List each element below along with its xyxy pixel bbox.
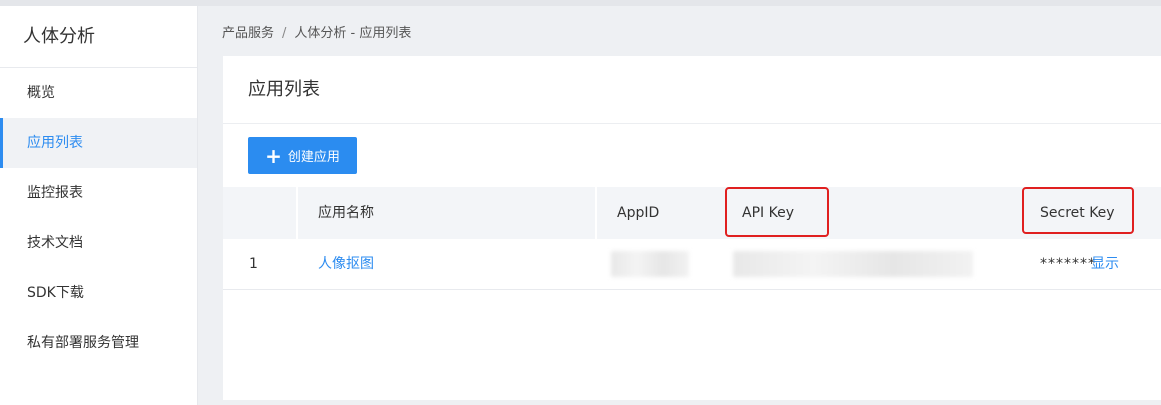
sidebar-item-private-deploy[interactable]: 私有部署服务管理 bbox=[0, 318, 197, 368]
secret-key-masked: ******* bbox=[1040, 256, 1096, 272]
breadcrumb-separator: / bbox=[282, 26, 287, 41]
breadcrumb: 产品服务 / 人体分析 - 应用列表 bbox=[222, 22, 411, 41]
app-list-panel: 应用列表 + 创建应用 应用名称 AppID API Key Secret Ke… bbox=[223, 56, 1161, 400]
secret-key-highlight-box bbox=[1022, 187, 1134, 234]
column-header-appid: AppID bbox=[617, 205, 660, 221]
page-title: 应用列表 bbox=[223, 56, 1161, 124]
sidebar-item-overview[interactable]: 概览 bbox=[0, 68, 197, 118]
create-app-button[interactable]: + 创建应用 bbox=[248, 137, 357, 174]
column-divider bbox=[595, 187, 597, 239]
row-index: 1 bbox=[249, 256, 258, 272]
api-key-redacted bbox=[733, 251, 973, 277]
breadcrumb-root[interactable]: 产品服务 bbox=[222, 26, 274, 41]
api-key-highlight-box bbox=[725, 187, 829, 237]
sidebar-item-docs[interactable]: 技术文档 bbox=[0, 218, 197, 268]
sidebar-item-app-list[interactable]: 应用列表 bbox=[0, 118, 197, 168]
table-header: 应用名称 AppID API Key Secret Key bbox=[223, 187, 1161, 239]
plus-icon: + bbox=[265, 143, 282, 168]
sidebar-title: 人体分析 bbox=[0, 6, 197, 68]
table-row: 1 人像抠图 ******* 显示 bbox=[223, 239, 1161, 290]
sidebar-item-monitoring[interactable]: 监控报表 bbox=[0, 168, 197, 218]
app-name-link[interactable]: 人像抠图 bbox=[318, 239, 374, 290]
sidebar-item-sdk-download[interactable]: SDK下载 bbox=[0, 268, 197, 318]
column-header-app-name: 应用名称 bbox=[318, 205, 374, 221]
create-app-label: 创建应用 bbox=[287, 150, 340, 165]
appid-redacted bbox=[611, 251, 689, 277]
show-secret-link[interactable]: 显示 bbox=[1091, 239, 1119, 290]
breadcrumb-current: 人体分析 - 应用列表 bbox=[294, 26, 412, 41]
sidebar: 人体分析 概览 应用列表 监控报表 技术文档 SDK下载 私有部署服务管理 bbox=[0, 6, 198, 405]
column-divider bbox=[296, 187, 298, 239]
